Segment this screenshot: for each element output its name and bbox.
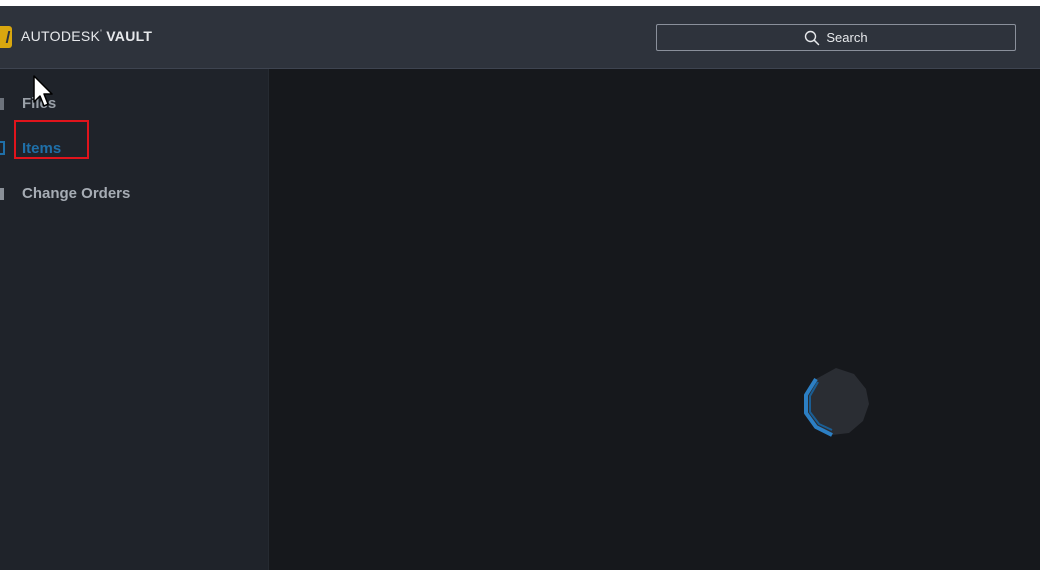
main-content [269, 69, 1040, 570]
logo-product: VAULT [106, 28, 153, 44]
sidebar-item-label: Change Orders [22, 184, 131, 202]
sidebar-item-label: Items [22, 139, 62, 157]
logo-brand: AUTODESK [21, 28, 101, 44]
logo-separator: ' [100, 28, 103, 38]
vault-logo-icon [0, 26, 12, 48]
items-icon [0, 141, 5, 155]
top-header: AUTODESK' VAULT Search [0, 6, 1040, 69]
sidebar: Files Items Change Orders [0, 69, 269, 570]
app-logo-text[interactable]: AUTODESK' VAULT [21, 28, 152, 44]
files-icon [0, 98, 4, 110]
change-orders-icon [0, 188, 4, 200]
vault-app: AUTODESK' VAULT Search Files Items Change… [0, 6, 1040, 570]
search-input[interactable]: Search [656, 24, 1016, 51]
search-placeholder: Search [826, 30, 868, 45]
sidebar-item-label: Files [22, 94, 57, 112]
search-icon [805, 30, 820, 45]
loading-spinner-icon [804, 368, 869, 437]
